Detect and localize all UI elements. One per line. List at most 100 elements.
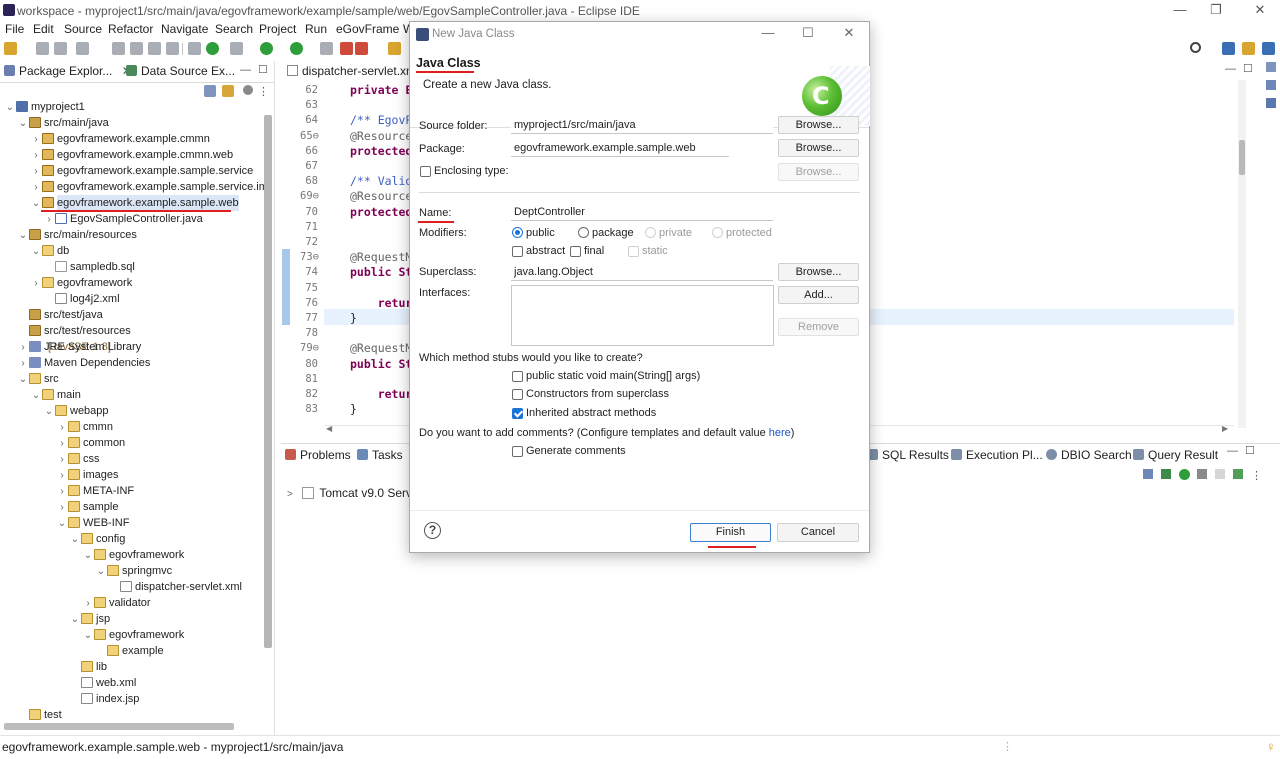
dialog-maximize-button[interactable]: ☐ xyxy=(796,25,820,41)
tree-item[interactable]: › egovframework.example.sample.service xyxy=(30,163,253,180)
debug-server-icon[interactable] xyxy=(1161,469,1171,479)
chevron-down-icon[interactable]: ⌄ xyxy=(30,388,42,404)
tree-item[interactable]: › egovframework.example.sample.service.im xyxy=(30,179,268,196)
chevron-right-icon[interactable]: › xyxy=(30,180,42,196)
browse-superclass-button[interactable]: Browse... xyxy=(778,263,859,281)
chevron-right-icon[interactable]: › xyxy=(17,340,29,356)
toggle-icon[interactable] xyxy=(112,42,125,55)
tree-item[interactable]: › css xyxy=(56,451,100,467)
tree-item[interactable]: example xyxy=(95,643,164,659)
open-type-icon[interactable] xyxy=(388,42,401,55)
save-icon[interactable] xyxy=(36,42,49,55)
code-line[interactable]: retur xyxy=(350,387,413,401)
panel-menu-icon[interactable]: ⋮ xyxy=(1251,469,1262,482)
server-icon[interactable] xyxy=(206,42,219,55)
tree-item[interactable]: › JRE System Library [JavaSE-1.8] xyxy=(17,339,141,356)
chevron-right-icon[interactable]: › xyxy=(56,500,68,516)
menu-edit[interactable]: Edit xyxy=(33,22,54,36)
menu-file[interactable]: File xyxy=(5,22,24,36)
source-folder-field[interactable]: myproject1/src/main/java xyxy=(511,117,773,134)
modifier-private-radio[interactable] xyxy=(645,227,656,238)
modifier-abstract-checkbox[interactable] xyxy=(512,246,523,257)
tab-data-source-explorer[interactable]: Data Source Ex... xyxy=(126,64,235,82)
publish-icon[interactable] xyxy=(1233,469,1243,479)
new-icon[interactable] xyxy=(4,42,17,55)
save-all-icon[interactable] xyxy=(54,42,67,55)
chevron-down-icon[interactable]: ⌄ xyxy=(30,244,42,260)
tab-tasks[interactable]: Tasks xyxy=(357,448,403,462)
markers-icon[interactable] xyxy=(1266,98,1276,108)
tree-item[interactable]: › META-INF xyxy=(56,483,134,500)
tree-item[interactable]: web.xml xyxy=(69,675,136,691)
tree-item[interactable]: src/test/java xyxy=(17,307,103,323)
tip-lightbulb-icon[interactable]: ♀ xyxy=(1266,739,1276,754)
code-line[interactable]: public St xyxy=(350,265,412,279)
chevron-right-icon[interactable]: › xyxy=(56,484,68,500)
tree-item[interactable]: ⌄ egovframework xyxy=(82,547,184,564)
code-line[interactable]: protected xyxy=(350,205,412,219)
code-line[interactable]: @RequestM xyxy=(350,341,412,355)
java-perspective-icon[interactable] xyxy=(1262,42,1275,55)
stop-server-icon[interactable] xyxy=(1215,469,1225,479)
coverage-icon[interactable] xyxy=(320,42,333,55)
chevron-down-icon[interactable]: ⌄ xyxy=(17,372,29,388)
editor-scroll-thumb[interactable] xyxy=(1239,140,1245,175)
chevron-down-icon[interactable]: ⌄ xyxy=(17,228,29,244)
tree-item[interactable]: › common xyxy=(56,435,125,451)
modifier-static-checkbox[interactable] xyxy=(628,246,639,257)
code-line[interactable]: } xyxy=(350,311,357,325)
pilcrow-icon[interactable] xyxy=(166,42,179,55)
code-line[interactable]: @Resource xyxy=(350,189,412,203)
tree-item[interactable]: index.jsp xyxy=(69,691,139,707)
tab-dbio-search[interactable]: DBIO Search xyxy=(1046,448,1132,462)
chevron-down-icon[interactable]: ⌄ xyxy=(82,548,94,564)
code-line[interactable]: public St xyxy=(350,357,412,371)
tree-horizontal-scrollbar[interactable] xyxy=(4,723,234,730)
terminal-icon[interactable] xyxy=(188,42,201,55)
tree-item[interactable]: › Maven Dependencies xyxy=(17,355,150,372)
mark-icon[interactable] xyxy=(148,42,161,55)
filter-icon[interactable] xyxy=(243,85,253,95)
java-ee-perspective-icon[interactable] xyxy=(1242,42,1255,55)
print-icon[interactable] xyxy=(76,42,89,55)
menu-navigate[interactable]: Navigate xyxy=(161,22,208,36)
tree-item[interactable]: ⌄ egovframework xyxy=(82,627,184,644)
chevron-right-icon[interactable]: › xyxy=(30,132,42,148)
enclosing-type-checkbox[interactable] xyxy=(420,166,431,177)
tree-item[interactable]: ⌄ springmvc xyxy=(95,563,172,579)
chevron-down-icon[interactable]: ⌄ xyxy=(82,628,94,644)
tree-item[interactable]: ⌄ config xyxy=(69,531,125,547)
chevron-down-icon[interactable]: ⌄ xyxy=(43,404,55,420)
tree-item[interactable]: ⌄ src xyxy=(17,371,59,388)
chevron-right-icon[interactable]: › xyxy=(30,164,42,180)
tab-package-explorer[interactable]: Package Explor... ✕ xyxy=(4,64,132,82)
tree-item[interactable]: ⌄ src/main/java xyxy=(17,115,109,131)
remove-interface-button[interactable]: Remove xyxy=(778,318,859,336)
tree-item[interactable]: › EgovSampleController.java xyxy=(43,211,203,227)
code-line[interactable]: private E xyxy=(350,83,412,97)
debug-icon[interactable] xyxy=(230,42,243,55)
stop-icon[interactable] xyxy=(340,42,353,55)
maximize-editor-icon[interactable]: ☐ xyxy=(1243,62,1253,75)
tree-item[interactable]: ⌄ main xyxy=(30,387,81,404)
expand-arrow-icon[interactable]: > xyxy=(287,489,293,500)
class-name-field[interactable]: DeptController xyxy=(511,204,773,221)
generate-comments-checkbox[interactable] xyxy=(512,446,523,457)
stub-inherited-checkbox[interactable] xyxy=(512,408,523,419)
superclass-field[interactable]: java.lang.Object xyxy=(511,264,773,281)
minimize-button[interactable]: — xyxy=(1160,0,1200,21)
chevron-right-icon[interactable]: › xyxy=(17,356,29,372)
tree-item[interactable]: › sample xyxy=(56,499,118,516)
tree-item[interactable]: ⌄ WEB-INF xyxy=(56,515,129,531)
maximize-panel-icon[interactable]: ☐ xyxy=(1245,444,1255,457)
tree-item[interactable]: dispatcher-servlet.xml xyxy=(108,579,242,595)
chevron-right-icon[interactable]: › xyxy=(30,148,42,164)
tree-item[interactable]: › egovframework.example.cmmn xyxy=(30,131,210,148)
task-list-icon[interactable] xyxy=(1266,80,1276,90)
tab-sql-results[interactable]: SQL Results xyxy=(867,448,949,462)
profile-server-icon[interactable] xyxy=(1197,469,1207,479)
menu-egovframe[interactable]: eGovFrame xyxy=(336,22,399,36)
interfaces-list[interactable] xyxy=(511,285,774,346)
add-interface-button[interactable]: Add... xyxy=(778,286,859,304)
code-line[interactable]: protected xyxy=(350,144,412,158)
